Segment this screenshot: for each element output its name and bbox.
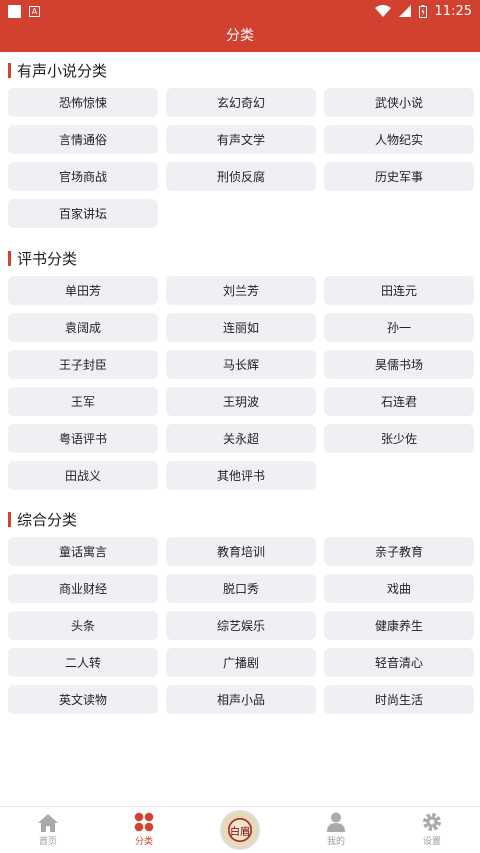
category-item[interactable]: 脱口秀: [166, 574, 316, 603]
tab-category-label: 分类: [134, 837, 153, 847]
category-item[interactable]: 商业财经: [8, 574, 158, 603]
section-accent-bar: [8, 62, 11, 78]
category-item[interactable]: 头条: [8, 611, 158, 640]
signal-icon: [398, 5, 411, 17]
category-grid: 单田芳 刘兰芳 田连元 袁阔成 连丽如 孙一 王子封臣 马长辉 昊儒书场 王军 …: [0, 276, 480, 490]
category-item[interactable]: 玄幻奇幻: [166, 88, 316, 117]
category-grid-icon: [134, 812, 154, 832]
gear-icon: [423, 813, 441, 831]
category-item[interactable]: 健康养生: [324, 611, 474, 640]
tab-mine-label: 我的: [326, 837, 345, 847]
category-item[interactable]: 轻音清心: [324, 648, 474, 677]
category-item[interactable]: 刘兰芳: [166, 276, 316, 305]
tab-mine[interactable]: 我的: [288, 807, 384, 853]
notification-a-icon: A: [29, 5, 40, 17]
category-item[interactable]: 官场商战: [8, 162, 158, 191]
category-item[interactable]: 粤语评书: [8, 424, 158, 453]
category-item[interactable]: 历史军事: [324, 162, 474, 191]
section-title: 综合分类: [0, 501, 480, 537]
status-time: 11:25: [434, 3, 472, 19]
category-item[interactable]: 连丽如: [166, 313, 316, 342]
tab-now-playing[interactable]: 白眉: [192, 807, 288, 853]
category-item[interactable]: 童话寓言: [8, 537, 158, 566]
status-bar: A 11:25: [0, 0, 480, 22]
category-item[interactable]: 王玥波: [166, 387, 316, 416]
category-item[interactable]: 有声文学: [166, 125, 316, 154]
tab-home[interactable]: 首页: [0, 807, 96, 853]
section-title: 有声小说分类: [0, 52, 480, 88]
category-item[interactable]: 教育培训: [166, 537, 316, 566]
category-item[interactable]: 综艺娱乐: [166, 611, 316, 640]
category-item[interactable]: 广播剧: [166, 648, 316, 677]
section-novel: 有声小说分类 恐怖惊悚 玄幻奇幻 武侠小说 言情通俗 有声文学 人物纪实 官场商…: [0, 52, 480, 228]
category-item[interactable]: 武侠小说: [324, 88, 474, 117]
tab-settings-label: 设置: [422, 837, 441, 847]
category-item[interactable]: 袁阔成: [8, 313, 158, 342]
section-title-text: 综合分类: [17, 510, 78, 529]
section-pingshu: 评书分类 单田芳 刘兰芳 田连元 袁阔成 连丽如 孙一 王子封臣 马长辉 昊儒书…: [0, 240, 480, 490]
category-item[interactable]: 言情通俗: [8, 125, 158, 154]
category-item[interactable]: 单田芳: [8, 276, 158, 305]
category-item[interactable]: 张少佐: [324, 424, 474, 453]
section-general: 综合分类 童话寓言 教育培训 亲子教育 商业财经 脱口秀 戏曲 头条 综艺娱乐 …: [0, 501, 480, 714]
category-item[interactable]: 时尚生活: [324, 685, 474, 714]
category-item[interactable]: 王子封臣: [8, 350, 158, 379]
section-accent-bar: [8, 250, 11, 266]
category-item[interactable]: 英文读物: [8, 685, 158, 714]
notification-square-icon: [8, 4, 21, 18]
category-item[interactable]: 马长辉: [166, 350, 316, 379]
section-title-text: 评书分类: [17, 249, 78, 268]
bottom-tab-bar: 首页 分类 白眉 我的 设置: [0, 806, 480, 853]
battery-icon: [418, 4, 427, 18]
user-icon: [327, 812, 345, 832]
category-item[interactable]: 人物纪实: [324, 125, 474, 154]
category-item[interactable]: 关永超: [166, 424, 316, 453]
tab-home-label: 首页: [38, 837, 57, 847]
now-playing-album-cover: 白眉: [220, 810, 260, 850]
category-item[interactable]: 恐怖惊悚: [8, 88, 158, 117]
category-item[interactable]: 戏曲: [324, 574, 474, 603]
category-item[interactable]: 昊儒书场: [324, 350, 474, 379]
category-item[interactable]: 相声小品: [166, 685, 316, 714]
section-title: 评书分类: [0, 240, 480, 276]
category-item[interactable]: 二人转: [8, 648, 158, 677]
home-icon: [38, 814, 58, 832]
tab-category[interactable]: 分类: [96, 807, 192, 853]
category-item[interactable]: 百家讲坛: [8, 199, 158, 228]
page-title: 分类: [0, 22, 480, 52]
wifi-icon: [374, 5, 391, 17]
album-cover-text: 白眉: [230, 826, 250, 838]
category-item[interactable]: 王军: [8, 387, 158, 416]
section-accent-bar: [8, 511, 11, 527]
category-grid: 恐怖惊悚 玄幻奇幻 武侠小说 言情通俗 有声文学 人物纪实 官场商战 刑侦反腐 …: [0, 88, 480, 228]
category-item[interactable]: 亲子教育: [324, 537, 474, 566]
category-item[interactable]: 其他评书: [166, 461, 316, 490]
section-title-text: 有声小说分类: [17, 61, 108, 80]
category-item[interactable]: 田战义: [8, 461, 158, 490]
category-item[interactable]: 田连元: [324, 276, 474, 305]
category-item[interactable]: 石连君: [324, 387, 474, 416]
tab-settings[interactable]: 设置: [384, 807, 480, 853]
category-item[interactable]: 孙一: [324, 313, 474, 342]
category-item[interactable]: 刑侦反腐: [166, 162, 316, 191]
category-grid: 童话寓言 教育培训 亲子教育 商业财经 脱口秀 戏曲 头条 综艺娱乐 健康养生 …: [0, 537, 480, 714]
